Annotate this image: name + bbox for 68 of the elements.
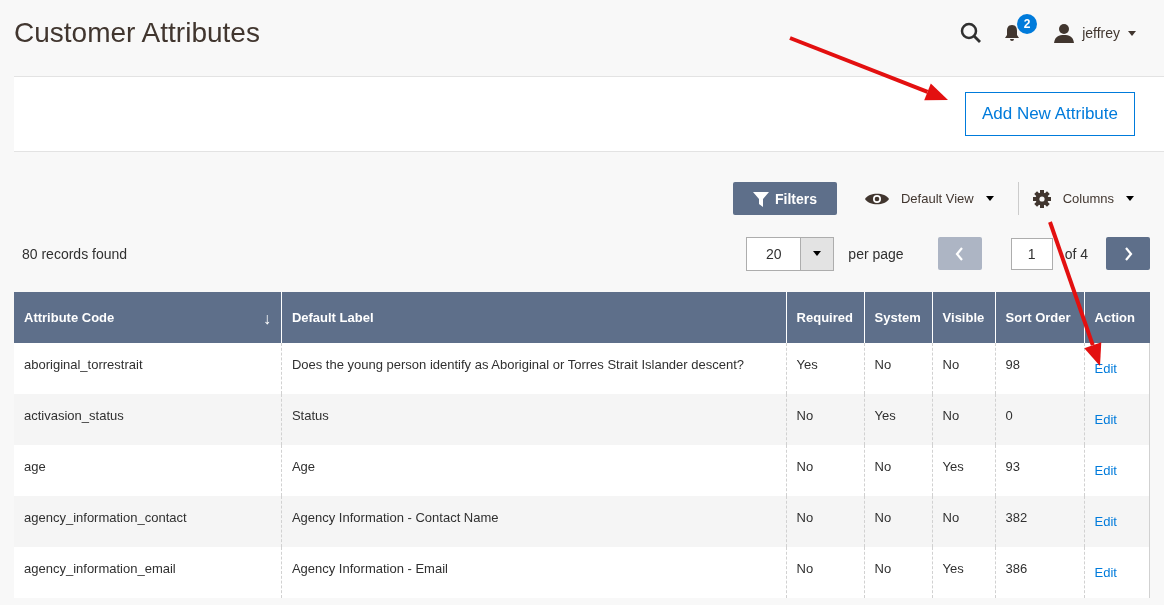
chevron-icon bbox=[955, 246, 965, 261]
table-cell: No bbox=[932, 394, 996, 445]
column-header[interactable]: System bbox=[864, 292, 933, 343]
gear-icon bbox=[1032, 189, 1051, 208]
table-cell: aboriginal_torrestrait bbox=[14, 343, 282, 394]
user-menu[interactable]: jeffrey bbox=[1054, 23, 1136, 43]
table-cell: Yes bbox=[932, 547, 996, 598]
caret-icon bbox=[1128, 30, 1136, 36]
table-cell: No bbox=[864, 445, 933, 496]
table-cell: No bbox=[932, 496, 996, 547]
caret-icon bbox=[1126, 196, 1134, 201]
bell-icon[interactable] bbox=[1004, 24, 1021, 42]
table-cell: agency_information_email bbox=[14, 547, 282, 598]
columns-dropdown[interactable]: Columns bbox=[1032, 189, 1134, 208]
chevron-icon bbox=[1123, 246, 1133, 261]
per-page-select[interactable]: 20 bbox=[746, 236, 835, 271]
table-cell: 93 bbox=[995, 445, 1084, 496]
view-dropdown[interactable]: Default View bbox=[864, 191, 994, 206]
table-cell: No bbox=[932, 343, 996, 394]
user-icon bbox=[1054, 23, 1075, 43]
table-cell: No bbox=[864, 496, 933, 547]
edit-link[interactable]: Edit bbox=[1094, 463, 1117, 478]
caret-icon bbox=[813, 251, 822, 256]
table-cell: Agency Information - Contact Name bbox=[281, 496, 787, 547]
edit-link[interactable]: Edit bbox=[1094, 361, 1117, 376]
table-cell: No bbox=[864, 343, 933, 394]
column-header[interactable]: Visible bbox=[932, 292, 996, 343]
notification-count: 2 bbox=[1017, 14, 1038, 34]
filters-button[interactable]: Filters bbox=[732, 182, 837, 215]
column-header[interactable]: Default Label bbox=[281, 292, 787, 343]
search-icon[interactable] bbox=[960, 22, 983, 44]
table-cell: Yes bbox=[864, 394, 933, 445]
table-cell: No bbox=[786, 394, 865, 445]
table-cell: Yes bbox=[786, 343, 865, 394]
table-cell: Yes bbox=[932, 445, 996, 496]
table-cell: 98 bbox=[995, 343, 1084, 394]
table-cell: 0 bbox=[995, 394, 1084, 445]
table-cell: No bbox=[864, 547, 933, 598]
table-cell: Agency Information - Email bbox=[281, 547, 787, 598]
table-cell: agency_information_contact bbox=[14, 496, 282, 547]
edit-link[interactable]: Edit bbox=[1094, 514, 1117, 529]
records-count: 80 records found bbox=[22, 245, 129, 262]
add-new-attribute-button[interactable]: Add New Attribute bbox=[964, 92, 1135, 136]
table-cell: activasion_status bbox=[14, 394, 282, 445]
funnel-icon bbox=[752, 190, 769, 207]
page-count: of 4 bbox=[1064, 245, 1088, 262]
column-header[interactable]: Action bbox=[1084, 292, 1150, 343]
column-header[interactable]: Attribute Code ↓ bbox=[14, 292, 282, 343]
table-cell: No bbox=[786, 445, 865, 496]
table-cell: Status bbox=[281, 394, 787, 445]
table-cell: 386 bbox=[995, 547, 1084, 598]
column-header[interactable]: Required bbox=[786, 292, 865, 343]
next-page-button[interactable] bbox=[1106, 237, 1150, 270]
per-page-label: per page bbox=[848, 245, 904, 262]
table-cell: No bbox=[786, 496, 865, 547]
table-cell: 382 bbox=[995, 496, 1084, 547]
sort-indicator: ↓ bbox=[262, 310, 271, 328]
page-title: Customer Attributes bbox=[14, 17, 261, 49]
table-cell: No bbox=[786, 547, 865, 598]
caret-icon bbox=[985, 196, 994, 201]
edit-link[interactable]: Edit bbox=[1094, 412, 1117, 427]
table-cell: age bbox=[14, 445, 282, 496]
table-cell: Does the young person identify as Aboriginal or Torres Strait Islander descent? bbox=[281, 343, 787, 394]
page-number-field[interactable]: 1 bbox=[1010, 237, 1053, 270]
table-cell: Age bbox=[281, 445, 787, 496]
column-header[interactable]: Sort Order bbox=[995, 292, 1084, 343]
eye-icon bbox=[864, 191, 889, 206]
edit-link[interactable]: Edit bbox=[1094, 565, 1117, 580]
